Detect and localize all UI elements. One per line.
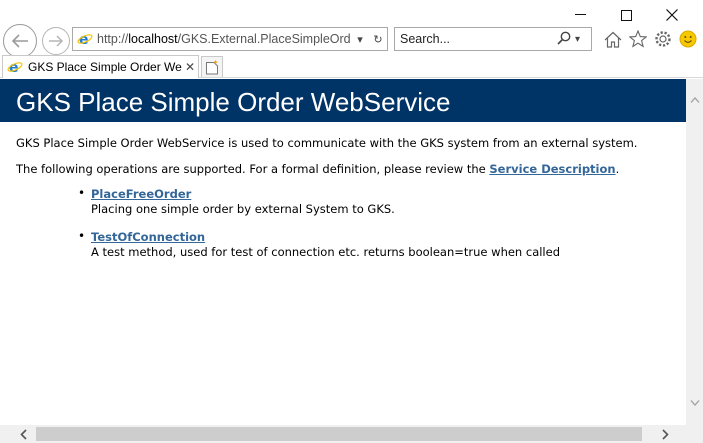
scroll-down-icon[interactable]	[686, 394, 703, 411]
scroll-left-icon[interactable]	[8, 425, 38, 443]
operation-link-placefreeorder[interactable]: PlaceFreeOrder	[91, 187, 191, 201]
toolbar-icons	[602, 28, 699, 50]
page-body: GKS Place Simple Order WebService is use…	[0, 136, 686, 259]
svg-text:e: e	[9, 60, 19, 75]
forward-button[interactable]	[42, 27, 70, 55]
search-input[interactable]: Search...	[395, 32, 557, 46]
browser-window: e http://localhost/GKS.External.PlaceSim…	[0, 0, 703, 443]
page-heading: GKS Place Simple Order WebService	[0, 79, 686, 122]
search-icon[interactable]	[557, 31, 575, 48]
operation-description: Placing one simple order by external Sys…	[91, 202, 395, 216]
address-bar[interactable]: e http://localhost/GKS.External.PlaceSim…	[72, 27, 388, 51]
ie-tab-icon: e	[7, 60, 23, 75]
close-icon[interactable]	[649, 4, 695, 26]
window-controls	[557, 4, 695, 26]
page-content: GKS Place Simple Order WebService GKS Pl…	[0, 79, 686, 425]
refresh-icon[interactable]: ↻	[369, 33, 387, 46]
svg-text:e: e	[79, 32, 89, 47]
back-arrow-icon	[11, 34, 28, 48]
operations-list: PlaceFreeOrder Placing one simple order …	[16, 186, 686, 259]
intro-text: GKS Place Simple Order WebService is use…	[16, 136, 638, 150]
address-dropdown-icon[interactable]: ▾	[351, 33, 369, 46]
vertical-scrollbar[interactable]	[686, 79, 703, 425]
tab-bar: e GKS Place Simple Order We... ✕	[0, 55, 703, 78]
minimize-icon[interactable]	[557, 4, 603, 26]
tab-title: GKS Place Simple Order We...	[28, 60, 182, 74]
operation-link-testofconnection[interactable]: TestOfConnection	[91, 230, 205, 244]
scroll-up-icon[interactable]	[686, 91, 703, 108]
scroll-right-icon[interactable]	[650, 425, 680, 443]
horizontal-scrollbar[interactable]	[0, 425, 703, 443]
service-description-link[interactable]: Service Description	[489, 162, 615, 176]
favorites-star-icon[interactable]	[627, 28, 649, 50]
maximize-icon[interactable]	[603, 4, 649, 26]
forward-arrow-icon	[49, 35, 64, 47]
home-icon[interactable]	[602, 28, 624, 50]
settings-gear-icon[interactable]	[652, 28, 674, 50]
list-item: PlaceFreeOrder Placing one simple order …	[78, 186, 686, 216]
new-tab-button[interactable]	[201, 56, 223, 77]
tab-close-icon[interactable]: ✕	[182, 60, 198, 74]
operations-intro: The following operations are supported. …	[16, 162, 620, 176]
url-text[interactable]: http://localhost/GKS.External.PlaceSimpl…	[97, 32, 351, 46]
new-tab-icon	[206, 60, 218, 74]
search-dropdown-icon[interactable]: ▾	[575, 34, 591, 45]
navigation-bar: e http://localhost/GKS.External.PlaceSim…	[0, 24, 703, 58]
list-item: TestOfConnection A test method, used for…	[78, 229, 686, 259]
horizontal-scroll-thumb[interactable]	[36, 427, 642, 441]
search-box[interactable]: Search... ▾	[394, 27, 592, 51]
operation-description: A test method, used for test of connecti…	[91, 245, 561, 259]
ie-page-icon: e	[77, 32, 93, 47]
back-button[interactable]	[3, 24, 37, 58]
feedback-smiley-icon[interactable]	[677, 28, 699, 50]
tab-gks-place-simple-order[interactable]: e GKS Place Simple Order We... ✕	[2, 55, 199, 78]
